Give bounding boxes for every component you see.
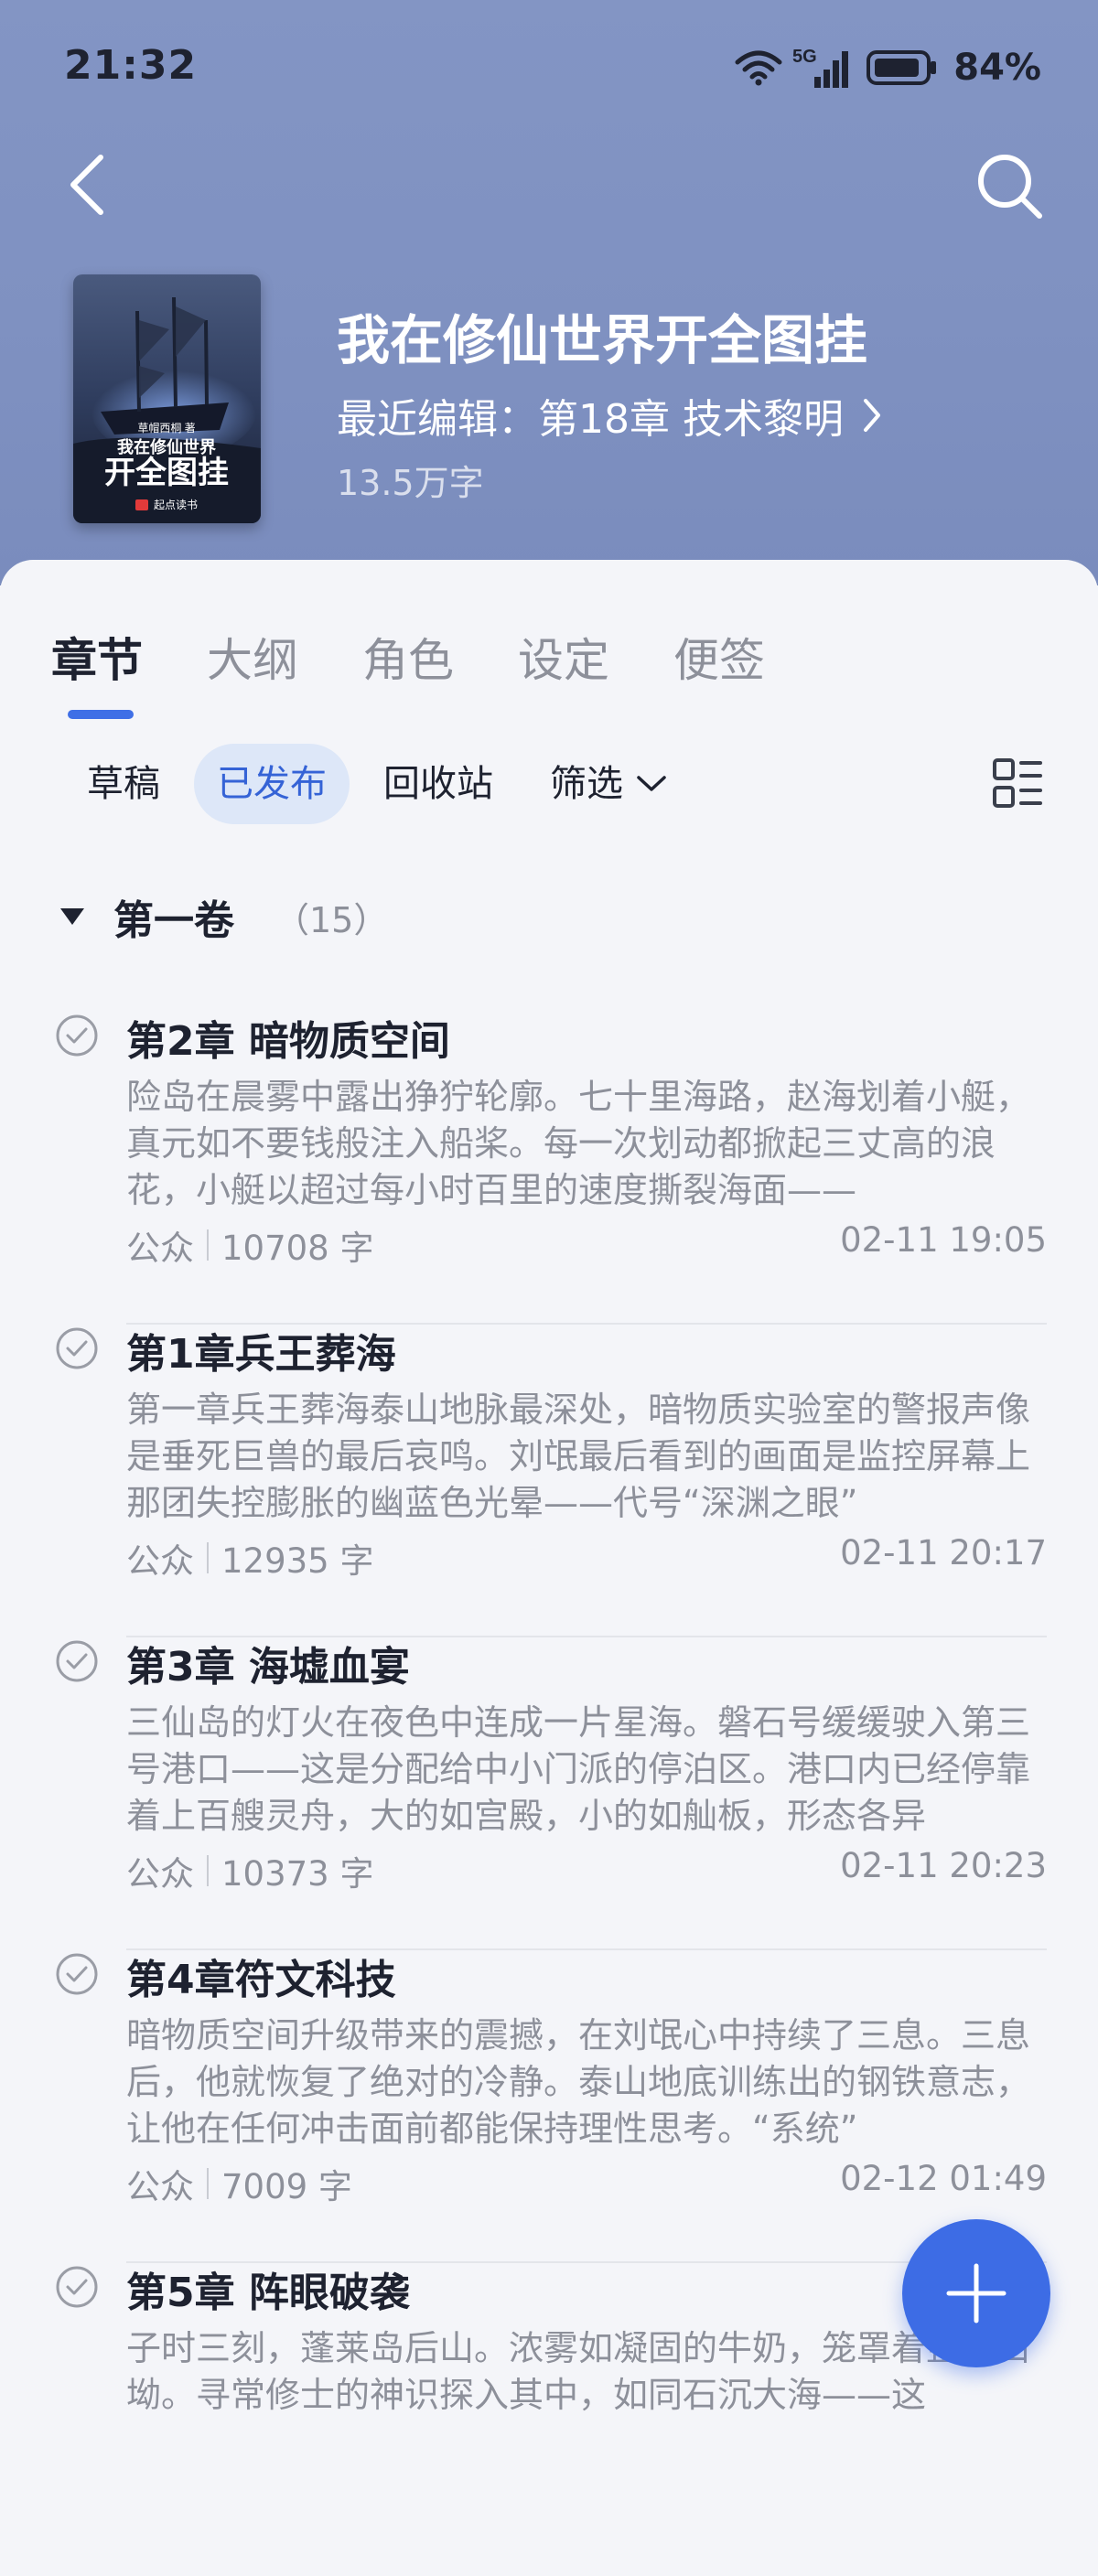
chapter-excerpt: 三仙岛的灯火在夜色中连成一片星海。磐石号缓缓驶入第三号港口——这是分配给中小门派… [126,1702,1031,1836]
cover-publisher: 起点读书 [154,499,198,511]
chapter-meta: 公众 10373 字 [126,1846,373,1895]
battery-icon [867,50,937,85]
add-chapter-button[interactable] [902,2219,1050,2367]
check-circle-icon[interactable] [55,1326,99,1370]
chapter-word-count: 10373 字 [221,1854,374,1894]
chapter-tag: 公众 [126,1229,194,1268]
chapter-word-count: 7009 字 [221,2167,352,2206]
chapter-date: 02-12 01:49 [840,2159,1047,2198]
chapter-item[interactable]: 第2章 暗物质空间 险岛在晨雾中露出狰狞轮廓。七十里海路，赵海划着小艇，真元如不… [0,1012,1098,1325]
chapter-meta: 公众 10708 字 [126,1220,373,1270]
chapter-item[interactable]: 第3章 海墟血宴 三仙岛的灯火在夜色中连成一片星海。磐石号缓缓驶入第三号港口——… [0,1637,1098,1950]
meta-separator [207,1542,209,1573]
chapter-excerpt: 子时三刻，蓬莱岛后山。浓雾如凝固的牛奶，笼罩着整片山坳。寻常修士的神识探入其中，… [126,2328,1031,2415]
check-circle-icon[interactable] [55,1014,99,1057]
chapter-item[interactable]: 第4章符文科技 暗物质空间升级带来的震撼，在刘氓心中持续了三息。三息后，他就恢复… [0,1950,1098,2263]
cover-author-tag: 草帽西桐 著 [137,421,195,435]
chapter-excerpt: 第一章兵王葬海泰山地脉最深处，暗物质实验室的警报声像是垂死巨兽的最后哀鸣。刘氓最… [126,1390,1031,1523]
recent-edit-link[interactable]: 最近编辑：第18章 技术黎明 [337,386,884,445]
search-button[interactable] [974,146,1047,220]
chapter-meta: 公众 12935 字 [126,1533,373,1583]
chapter-title: 第3章 海墟血宴 [126,1644,410,1690]
subtab-draft[interactable]: 草稿 [64,744,183,824]
chapter-title: 第4章符文科技 [126,1957,396,2003]
chapter-tag: 公众 [126,1854,194,1894]
status-bar: 21:32 5G 84% [0,0,1098,137]
chapter-tag: 公众 [126,2167,194,2206]
volume-title: 第一卷 [113,897,234,944]
tab-chapters[interactable]: 章节 [51,624,143,690]
layout-toggle-button[interactable] [992,757,1043,809]
check-circle-icon[interactable] [55,1639,99,1683]
chevron-right-icon [863,399,880,432]
battery-percent: 84% [953,47,1041,89]
search-icon [978,155,1042,219]
recent-edit-text: 最近编辑：第18章 技术黎明 [337,396,844,443]
layout-grid-icon [993,758,1042,808]
active-tab-indicator [68,710,134,719]
book-cover[interactable]: 草帽西桐 著 我在修仙世界 开全图挂 起点读书 [73,274,261,523]
network-label: 5G [792,47,817,67]
status-icons: 5G 84% [734,40,1041,95]
chapter-excerpt: 暗物质空间升级带来的震撼，在刘氓心中持续了三息。三息后，他就恢复了绝对的冷静。泰… [126,2015,1031,2149]
tab-characters[interactable]: 角色 [362,624,454,690]
back-icon [70,155,103,215]
tab-settings[interactable]: 设定 [518,624,609,690]
check-circle-icon[interactable] [55,1952,99,1996]
meta-separator [207,1229,209,1261]
subtab-published[interactable]: 已发布 [194,744,350,824]
chapter-date: 02-11 20:17 [840,1533,1047,1572]
sub-tabs: 草稿 已发布 回收站 筛选 [64,743,701,825]
chapter-word-count: 12935 字 [221,1541,374,1581]
chapter-word-count: 10708 字 [221,1229,374,1268]
book-cover-art: 草帽西桐 著 我在修仙世界 开全图挂 起点读书 [73,274,261,523]
subtab-recycle[interactable]: 回收站 [361,744,516,824]
chapter-meta: 公众 7009 字 [126,2159,352,2208]
volume-count: （15） [274,899,389,940]
plus-icon [946,2263,1006,2324]
book-word-count: 13.5万字 [337,463,484,503]
volume-header[interactable]: 第一卷 （15） [57,887,388,946]
chapter-title: 第1章兵王葬海 [126,1331,396,1378]
chapter-item[interactable]: 第1章兵王葬海 第一章兵王葬海泰山地脉最深处，暗物质实验室的警报声像是垂死巨兽的… [0,1325,1098,1637]
filter-label: 筛选 [550,763,623,805]
main-tabs: 章节 大纲 角色 设定 便签 [51,624,829,690]
tab-outline[interactable]: 大纲 [207,624,298,690]
triangle-down-icon [60,908,84,925]
tab-notes[interactable]: 便签 [673,624,765,690]
check-circle-icon[interactable] [55,2265,99,2309]
book-title: 我在修仙世界开全图挂 [337,309,868,371]
chapter-date: 02-11 19:05 [840,1220,1047,1260]
meta-separator [207,1855,209,1886]
chapter-tag: 公众 [126,1541,194,1581]
chapter-title: 第2章 暗物质空间 [126,1018,450,1065]
signal-icon: 5G [792,47,849,88]
filter-dropdown[interactable]: 筛选 [527,744,690,824]
back-button[interactable] [64,146,119,220]
meta-separator [207,2168,209,2199]
chapter-date: 02-11 20:23 [840,1846,1047,1885]
content-sheet: 章节 大纲 角色 设定 便签 草稿 已发布 回收站 筛选 第一卷 （15） 第2… [0,560,1098,2415]
status-time: 21:32 [64,42,198,89]
chevron-down-icon [637,776,666,791]
cover-big-title: 开全图挂 [104,455,229,491]
chapter-title: 第5章 阵眼破袭 [126,2270,410,2316]
chapter-excerpt: 险岛在晨雾中露出狰狞轮廓。七十里海路，赵海划着小艇，真元如不要钱般注入船桨。每一… [126,1077,1031,1210]
wifi-icon [735,50,782,86]
